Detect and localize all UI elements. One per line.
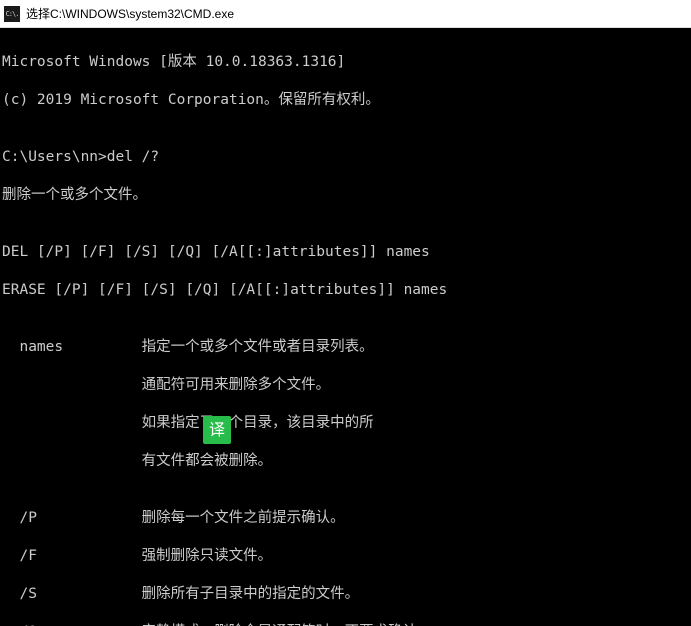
output-line: Microsoft Windows [版本 10.0.18363.1316] <box>0 53 691 72</box>
output-line: /P 删除每一个文件之前提示确认。 <box>0 509 691 528</box>
cmd-icon: C:\. <box>4 6 20 22</box>
output-line: 通配符可用来删除多个文件。 <box>0 376 691 395</box>
output-line: (c) 2019 Microsoft Corporation。保留所有权利。 <box>0 91 691 110</box>
output-line: 如果指定了一个目录，该目录中的所 <box>0 414 691 433</box>
output-line: 有文件都会被删除。 <box>0 452 691 471</box>
prompt-line: C:\Users\nn>del /? <box>0 148 691 167</box>
terminal-output[interactable]: Microsoft Windows [版本 10.0.18363.1316] (… <box>0 28 691 626</box>
window-title-bar[interactable]: C:\. 选择C:\WINDOWS\system32\CMD.exe <box>0 0 691 28</box>
output-line: names 指定一个或多个文件或者目录列表。 <box>0 338 691 357</box>
output-line: ERASE [/P] [/F] [/S] [/Q] [/A[[:]attribu… <box>0 281 691 300</box>
output-line: /F 强制删除只读文件。 <box>0 547 691 566</box>
output-line: DEL [/P] [/F] [/S] [/Q] [/A[[:]attribute… <box>0 243 691 262</box>
output-line: /S 删除所有子目录中的指定的文件。 <box>0 585 691 604</box>
window-title: 选择C:\WINDOWS\system32\CMD.exe <box>26 5 234 22</box>
output-line: 删除一个或多个文件。 <box>0 186 691 205</box>
translate-icon[interactable]: 译 <box>203 416 231 444</box>
